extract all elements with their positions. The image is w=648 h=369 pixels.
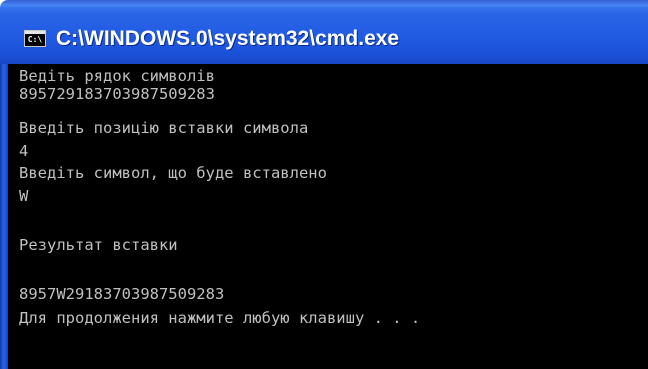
console-output[interactable]: Ведіть рядок символів 895729183703987509… [8, 64, 648, 369]
console-line-prompt-position: Введіть позицію вставки символа [19, 119, 309, 137]
cmd-icon-titlestrip [25, 31, 45, 34]
console-line-input-string: 89572918370398750928З [19, 85, 215, 103]
cmd-window: C:\ C:\WINDOWS.0\system32\cmd.exe Ведіть… [0, 0, 648, 369]
cmd-icon-glyph: C:\ [27, 34, 43, 44]
console-line-input-position: 4 [19, 142, 29, 160]
console-line-input-symbol: W [19, 187, 29, 205]
console-line-prompt-string: Ведіть рядок символів [19, 67, 215, 85]
console-line-press-any-key: Для продолжения нажмите любую клавишу . … [19, 309, 421, 327]
title-bar[interactable]: C:\ C:\WINDOWS.0\system32\cmd.exe [0, 0, 648, 64]
console-line-prompt-symbol: Введіть символ, що буде вставлено [19, 164, 327, 182]
title-bar-gloss [0, 0, 648, 8]
console-line-result-label: Результат вставки [19, 236, 178, 254]
window-left-border [0, 64, 8, 369]
console-line-result-value: 8957W29183703987509283 [19, 285, 225, 303]
window-title: C:\WINDOWS.0\system32\cmd.exe [56, 27, 400, 50]
cmd-console-icon[interactable]: C:\ [24, 30, 46, 47]
